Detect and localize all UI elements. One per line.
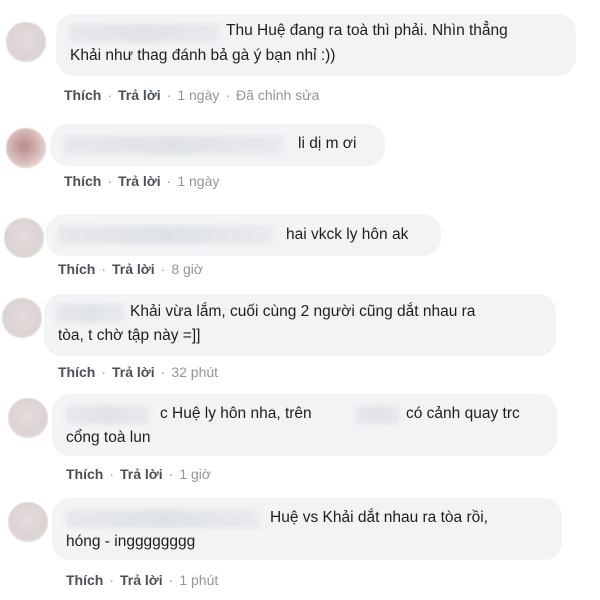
timestamp[interactable]: 32 phút — [171, 364, 218, 380]
comment-actions: Thích · Trả lời · 1 phút — [66, 572, 218, 588]
comment-text: Khải như thag đánh bả gà ý bạn nhỉ :)) — [70, 47, 336, 64]
separator: · — [160, 261, 166, 277]
separator: · — [225, 87, 231, 103]
redacted-username — [58, 226, 273, 244]
separator: · — [109, 572, 115, 588]
comment-text: cổng toà lun — [66, 429, 151, 446]
comment-text: Huệ vs Khải dắt nhau ra tòa rồi, — [270, 509, 488, 526]
separator: · — [168, 572, 174, 588]
reply-link[interactable]: Trả lời — [120, 572, 163, 588]
like-link[interactable]: Thích — [66, 572, 103, 588]
like-link[interactable]: Thích — [64, 87, 101, 103]
comment-actions: Thích · Trả lời · 1 ngày — [64, 173, 219, 189]
reply-link[interactable]: Trả lời — [118, 173, 161, 189]
comment-actions: Thích · Trả lời · 8 giờ — [58, 261, 203, 277]
timestamp[interactable]: 1 phút — [179, 572, 218, 588]
avatar[interactable] — [6, 22, 46, 62]
reply-link[interactable]: Trả lời — [120, 466, 163, 482]
redacted-text — [356, 406, 400, 424]
reply-link[interactable]: Trả lời — [112, 364, 155, 380]
separator: · — [168, 466, 174, 482]
avatar[interactable] — [8, 502, 48, 542]
comment-text: tòa, t chờ tập này =]] — [58, 327, 201, 344]
like-link[interactable]: Thích — [58, 364, 95, 380]
like-link[interactable]: Thích — [64, 173, 101, 189]
separator: · — [107, 173, 113, 189]
redacted-username — [66, 406, 150, 424]
redacted-username — [70, 24, 220, 42]
like-link[interactable]: Thích — [58, 261, 95, 277]
timestamp[interactable]: 1 giờ — [179, 466, 211, 482]
redacted-username — [66, 510, 260, 528]
reply-link[interactable]: Trả lời — [118, 87, 161, 103]
timestamp[interactable]: 1 ngày — [177, 173, 219, 189]
comment-text: hai vkck ly hôn ak — [286, 226, 409, 243]
comment-actions: Thích · Trả lời · 32 phút — [58, 364, 218, 380]
comment-text: hóng - ingggggggg — [66, 533, 196, 550]
edited-label[interactable]: Đã chỉnh sửa — [236, 87, 319, 103]
comment-text: li dị m ơi — [298, 135, 357, 152]
redacted-username — [64, 136, 284, 154]
redacted-username — [56, 304, 124, 322]
separator: · — [160, 364, 166, 380]
separator: · — [101, 364, 107, 380]
timestamp[interactable]: 1 ngày — [177, 87, 219, 103]
separator: · — [101, 261, 107, 277]
timestamp[interactable]: 8 giờ — [171, 261, 203, 277]
comment-actions: Thích · Trả lời · 1 ngày · Đã chỉnh sửa — [64, 87, 319, 103]
separator: · — [107, 87, 113, 103]
comment-text: Khải vừa lắm, cuối cùng 2 người cũng dắt… — [130, 303, 476, 320]
separator: · — [166, 87, 172, 103]
avatar[interactable] — [2, 298, 42, 338]
comment-text: có cảnh quay trc — [406, 405, 520, 422]
like-link[interactable]: Thích — [66, 466, 103, 482]
separator: · — [109, 466, 115, 482]
avatar[interactable] — [4, 218, 44, 258]
avatar[interactable] — [6, 128, 46, 168]
comment-text: Thu Huệ đang ra toà thì phải. Nhìn thẳng — [226, 22, 508, 39]
avatar[interactable] — [8, 398, 48, 438]
comment-text: c Huệ ly hôn nha, trên — [160, 405, 312, 422]
reply-link[interactable]: Trả lời — [112, 261, 155, 277]
separator: · — [166, 173, 172, 189]
comment-actions: Thích · Trả lời · 1 giờ — [66, 466, 211, 482]
